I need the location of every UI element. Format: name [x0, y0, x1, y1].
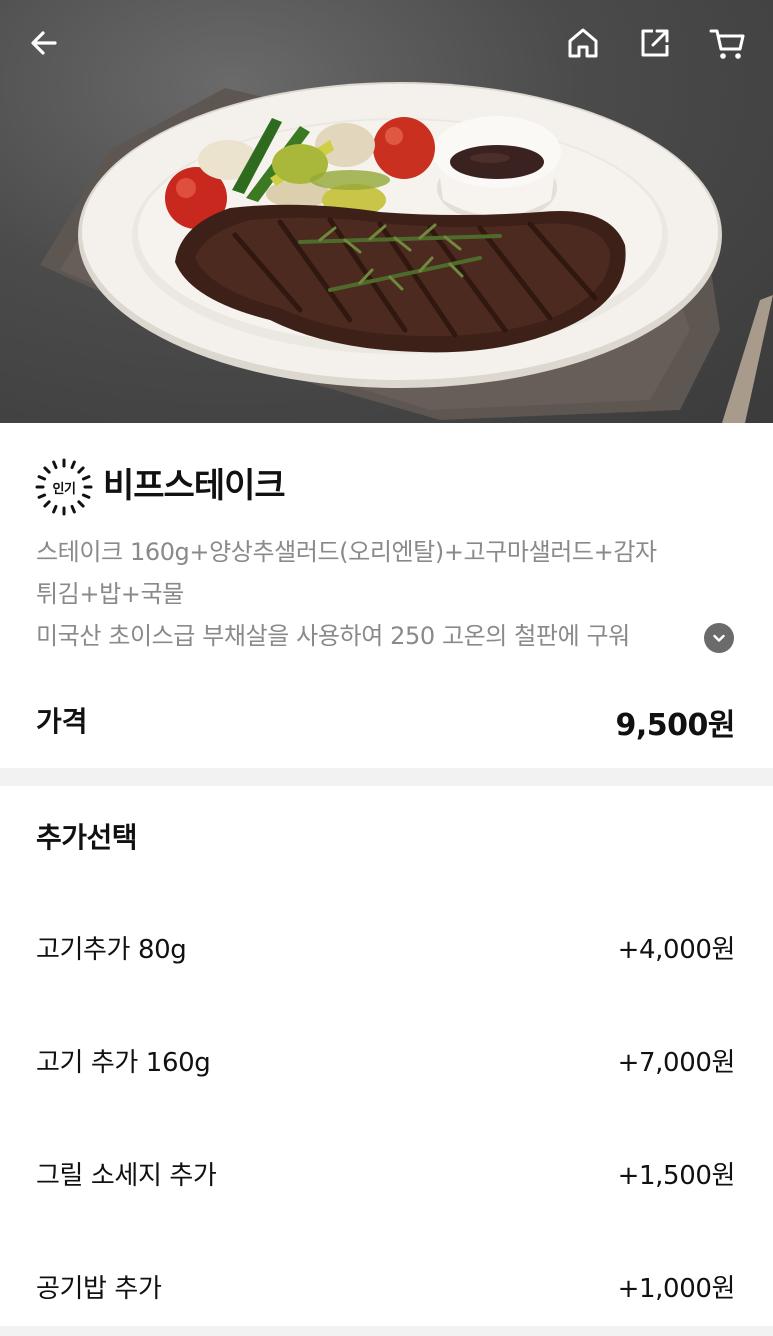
- home-button[interactable]: [559, 19, 607, 67]
- chevron-down-icon: [713, 634, 725, 642]
- share-icon: [641, 29, 669, 57]
- option-row[interactable]: 고기 추가 160g +7,000원: [0, 1014, 773, 1104]
- description-line: 미국산 초이스급 부채살을 사용하여 250 고온의 철판에 구워: [36, 622, 630, 650]
- option-name: 그릴 소세지 추가: [36, 1161, 217, 1191]
- back-button[interactable]: [20, 19, 68, 67]
- option-row[interactable]: 고기추가 80g +4,000원: [0, 901, 773, 991]
- product-description: 스테이크 160g+양상추샐러드(오리엔탈)+고구마샐러드+감자 튀김+밥+국물…: [36, 531, 736, 657]
- arrow-left-icon: [31, 31, 57, 55]
- option-row[interactable]: 그릴 소세지 추가 +1,500원: [0, 1127, 773, 1217]
- option-name: 고기 추가 160g: [36, 1048, 211, 1078]
- option-price: +1,500원: [617, 1161, 736, 1191]
- option-name: 공기밥 추가: [36, 1274, 162, 1304]
- option-price: +4,000원: [617, 935, 736, 965]
- price-value: 9,500원: [615, 708, 736, 743]
- cart-icon: [709, 29, 745, 59]
- bottom-divider: [0, 1326, 773, 1336]
- product-info-section: 인기 비프스테이크 스테이크 160g+양상추샐러드(오리엔탈)+고구마샐러드+…: [0, 423, 773, 768]
- product-image: [0, 0, 773, 423]
- badge-label: 인기: [52, 481, 76, 497]
- share-button[interactable]: [631, 19, 679, 67]
- additional-options-section: 추가선택 고기추가 80g +4,000원 고기 추가 160g +7,000원…: [0, 786, 773, 1326]
- description-line: 튀김+밥+국물: [36, 580, 184, 608]
- description-line: 스테이크 160g+양상추샐러드(오리엔탈)+고구마샐러드+감자: [36, 538, 657, 566]
- option-price: +1,000원: [617, 1274, 736, 1304]
- option-price: +7,000원: [617, 1048, 736, 1078]
- option-row[interactable]: 공기밥 추가 +1,000원: [0, 1240, 773, 1330]
- top-navigation-bar: [0, 0, 773, 90]
- product-title: 비프스테이크: [103, 466, 286, 506]
- price-label: 가격: [36, 705, 88, 738]
- popular-badge: 인기: [35, 458, 93, 516]
- options-title: 추가선택: [36, 821, 138, 854]
- cart-button[interactable]: [703, 19, 751, 67]
- expand-description-button[interactable]: [704, 623, 734, 653]
- section-divider: [0, 768, 773, 786]
- home-icon: [568, 28, 598, 58]
- option-name: 고기추가 80g: [36, 935, 187, 965]
